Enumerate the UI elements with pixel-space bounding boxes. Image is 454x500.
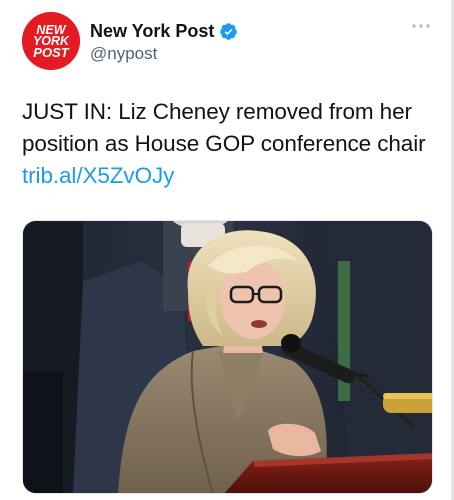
more-options-icon[interactable] xyxy=(410,20,432,32)
display-name[interactable]: New York Post xyxy=(90,20,214,42)
name-row: New York Post xyxy=(90,20,238,42)
verified-badge-icon xyxy=(220,22,238,40)
tweet-text: JUST IN: Liz Cheney removed from her pos… xyxy=(22,96,434,192)
svg-text:POST: POST xyxy=(33,45,69,60)
account-handle[interactable]: @nypost xyxy=(90,44,157,64)
nypost-logo: NEW YORK POST xyxy=(22,12,80,70)
tweet-card[interactable]: NEW YORK POST New York Post @nypost JUST… xyxy=(0,0,454,500)
photo-liz-cheney-speaking xyxy=(23,221,432,493)
tweet-link[interactable]: trib.al/X5ZvOJy xyxy=(22,163,174,188)
tweet-text-body: JUST IN: Liz Cheney removed from her pos… xyxy=(22,99,426,156)
tweet-media-photo[interactable] xyxy=(22,220,433,494)
avatar[interactable]: NEW YORK POST xyxy=(22,12,80,70)
